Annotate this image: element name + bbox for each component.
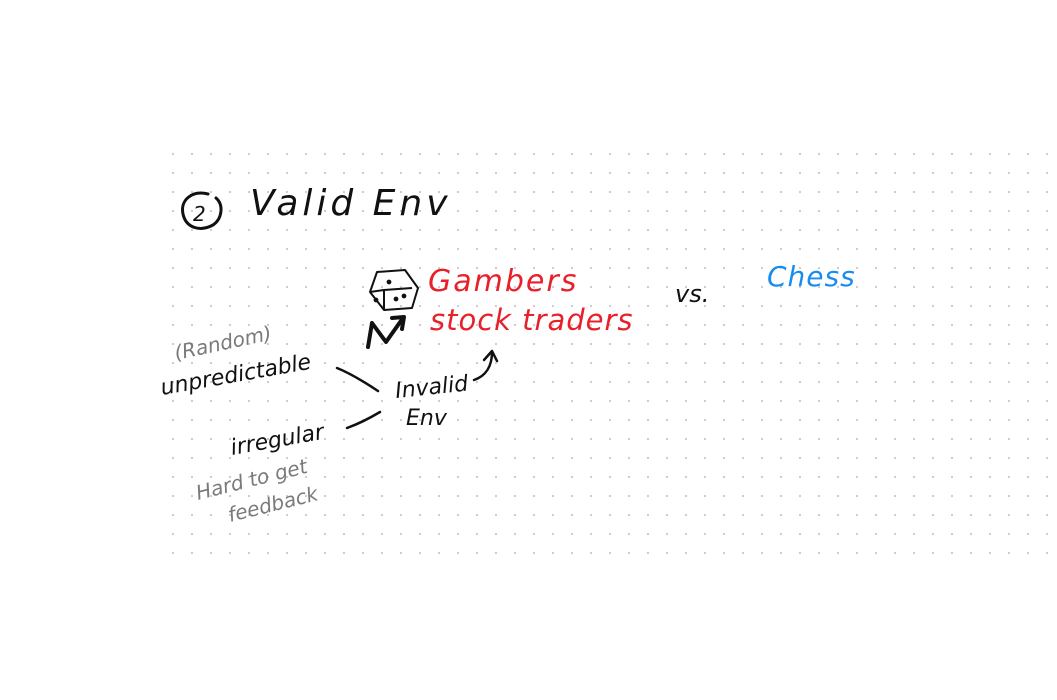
- heading-title: Valid Env: [250, 183, 452, 224]
- counter-example-chess: Chess: [767, 260, 856, 293]
- whiteboard-canvas: 2 Valid Env Gambers stock traders vs. Ch…: [159, 150, 1057, 570]
- example-stock-traders: stock traders: [430, 303, 634, 337]
- center-node-line2: Env: [406, 406, 448, 431]
- versus-label: vs.: [675, 280, 709, 308]
- heading-number: 2: [193, 202, 206, 226]
- example-gamblers: Gambers: [428, 264, 578, 299]
